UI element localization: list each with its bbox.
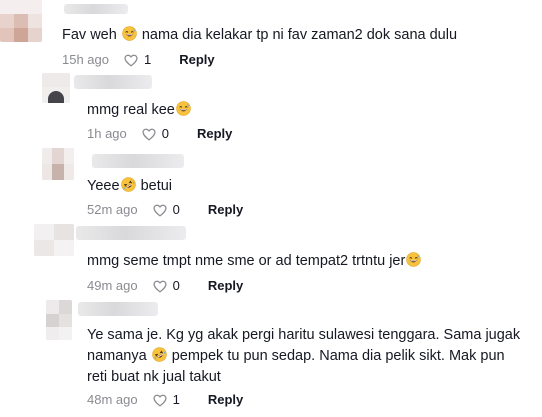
like-button[interactable]: 1 (152, 392, 180, 408)
heart-outline-icon[interactable] (141, 127, 157, 142)
username[interactable] (92, 154, 184, 168)
rolling-laughing-emoji-icon (152, 347, 167, 362)
reply-button[interactable]: Reply (208, 278, 243, 294)
comment-text: mmg seme tmpt nme sme or ad tempat2 trtn… (87, 251, 422, 272)
like-count: 1 (172, 392, 180, 407)
avatar[interactable] (0, 0, 42, 42)
comment-text-line: namanya pempek tu pun sedap. Nama dia pe… (87, 346, 505, 367)
heart-outline-icon[interactable] (152, 393, 168, 408)
comment-text-part: mmg seme tmpt nme sme or ad tempat2 trtn… (87, 253, 406, 269)
comment-text-line: Ye sama je. Kg yg akak pergi haritu sula… (87, 327, 521, 343)
avatar[interactable] (42, 73, 70, 103)
username[interactable] (64, 4, 128, 14)
reply-item: Yeee betui 52m ago 0 Reply (0, 148, 542, 224)
comment-text-line: reti buat nk jual takut (87, 369, 221, 385)
heart-outline-icon[interactable] (152, 279, 168, 294)
heart-outline-icon[interactable] (123, 53, 139, 68)
reply-button[interactable]: Reply (208, 202, 243, 218)
timestamp: 1h ago (87, 126, 127, 141)
comment-text-part: betui (136, 178, 173, 194)
like-count: 0 (161, 126, 169, 141)
username[interactable] (76, 226, 186, 240)
avatar[interactable] (46, 300, 72, 340)
comment-meta: 48m ago 1 Reply (87, 392, 243, 408)
timestamp: 15h ago (62, 52, 109, 67)
comment-meta: 1h ago 0 Reply (87, 126, 232, 142)
like-button[interactable]: 0 (152, 278, 180, 294)
comment-text: Yeee betui (87, 176, 172, 197)
grinning-sweat-emoji-icon (176, 101, 191, 116)
comment-text-part: Fav weh (62, 27, 121, 43)
like-button[interactable]: 1 (123, 52, 151, 68)
comment-text-part: Yeee (87, 178, 120, 194)
avatar[interactable] (34, 224, 74, 256)
reply-button[interactable]: Reply (179, 52, 214, 68)
grinning-sweat-emoji-icon (406, 252, 421, 267)
reply-item: mmg real kee 1h ago 0 Reply (0, 70, 542, 148)
comment-text-part: mmg real kee (87, 102, 175, 118)
comment-meta: 49m ago 0 Reply (87, 278, 243, 294)
like-count: 0 (172, 202, 180, 217)
like-count: 1 (144, 52, 152, 67)
reply-item: mmg seme tmpt nme sme or ad tempat2 trtn… (0, 224, 542, 298)
username[interactable] (74, 75, 152, 89)
reply-item: Ye sama je. Kg yg akak pergi haritu sula… (0, 298, 542, 417)
timestamp: 49m ago (87, 278, 138, 293)
timestamp: 48m ago (87, 392, 138, 407)
heart-outline-icon[interactable] (152, 203, 168, 218)
comment-meta: 52m ago 0 Reply (87, 202, 243, 218)
comment-text-part: pempek tu pun sedap. Nama dia pelik sikt… (167, 348, 505, 364)
grinning-sweat-emoji-icon (122, 26, 137, 41)
timestamp: 52m ago (87, 202, 138, 217)
comment-text-part: namanya (87, 348, 151, 364)
comment-text: Fav weh nama dia kelakar tp ni fav zaman… (62, 25, 457, 46)
like-button[interactable]: 0 (152, 202, 180, 218)
like-button[interactable]: 0 (141, 126, 169, 142)
comment-text-part: nama dia kelakar tp ni fav zaman2 dok sa… (137, 27, 458, 43)
reply-button[interactable]: Reply (197, 126, 232, 142)
comment-item: Fav weh nama dia kelakar tp ni fav zaman… (0, 0, 542, 70)
comment-meta: 15h ago 1 Reply (62, 52, 215, 68)
username[interactable] (78, 302, 158, 316)
rolling-laughing-emoji-icon (121, 177, 136, 192)
reply-button[interactable]: Reply (208, 392, 243, 408)
comment-text: mmg real kee (87, 100, 192, 121)
avatar[interactable] (42, 148, 74, 180)
like-count: 0 (172, 278, 180, 293)
